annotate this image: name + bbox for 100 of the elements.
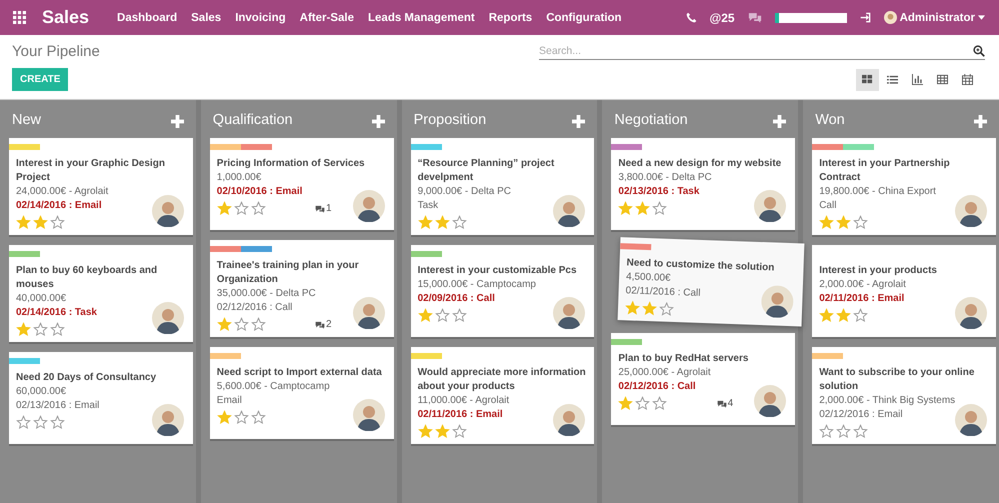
calendar-icon	[962, 74, 973, 85]
avatar-icon	[760, 285, 794, 318]
filled-star-icon[interactable]	[16, 322, 31, 337]
plus-icon[interactable]	[170, 115, 184, 128]
sign-in-icon[interactable]	[860, 12, 871, 23]
filled-star-icon[interactable]	[836, 308, 852, 323]
opportunity-card[interactable]: “Resource Planning” project develpment 9,000.00€ - Delta PC Task	[410, 138, 594, 235]
opportunity-card[interactable]: Pricing Information of Services 1,000.00€ 02/10/2016 : Email 1	[210, 138, 394, 230]
filled-star-icon[interactable]	[836, 215, 852, 230]
menu-item[interactable]: Configuration	[546, 12, 622, 24]
opportunity-card[interactable]: Plan to buy RedHat servers 25,000.00€ - Agrolait 02/12/2016 : Call 4	[611, 333, 796, 425]
menu-item[interactable]: Dashboard	[117, 12, 178, 24]
opportunity-card[interactable]: Need script to Import external data 5,600.00€ - Camptocamp Email	[210, 347, 394, 439]
menu-item[interactable]: Reports	[488, 12, 532, 24]
filled-star-icon[interactable]	[819, 215, 834, 230]
opportunity-card[interactable]: Need a new design for my website 3,800.00€ - Delta PC 02/13/2016 : Task	[611, 138, 796, 230]
card-title: Interest in your customizable Pcs	[418, 264, 578, 278]
empty-star-icon[interactable]	[50, 415, 65, 430]
empty-star-icon[interactable]	[853, 424, 868, 439]
list-icon	[887, 74, 898, 85]
bar-chart-icon	[912, 74, 923, 85]
plus-icon[interactable]	[974, 115, 987, 128]
user-menu[interactable]: Administrator	[884, 11, 985, 24]
filled-star-icon[interactable]	[434, 215, 450, 230]
amount-text: 19,800.00€ - China Export	[819, 185, 936, 199]
kanban-icon	[862, 74, 873, 85]
opportunity-card[interactable]: Interest in your customizable Pcs 15,000.00€ - Camptocamp 02/09/2016 : Call	[410, 245, 594, 337]
amount-text: 35,000.00€ - Delta PC	[216, 287, 316, 301]
plus-icon[interactable]	[372, 115, 385, 128]
filled-star-icon[interactable]	[16, 215, 31, 230]
plus-icon[interactable]	[572, 115, 586, 128]
filled-star-icon[interactable]	[819, 308, 834, 323]
filled-star-icon[interactable]	[33, 215, 48, 230]
empty-star-icon[interactable]	[652, 396, 668, 411]
activity-text: 02/11/2016 : Call	[626, 284, 702, 301]
filled-star-icon[interactable]	[418, 308, 433, 323]
amount-text: 9,000.00€ - Delta PC	[418, 185, 511, 199]
filled-star-icon[interactable]	[625, 300, 641, 316]
plus-icon[interactable]	[773, 115, 786, 128]
opportunity-card[interactable]: Interest in your Partnership Contract 19,800.00€ - China Export Call	[812, 138, 996, 235]
empty-star-icon[interactable]	[16, 415, 31, 430]
filled-star-icon[interactable]	[216, 317, 232, 332]
filled-star-icon[interactable]	[418, 424, 433, 439]
filled-star-icon[interactable]	[418, 215, 433, 230]
search-icon[interactable]	[973, 45, 985, 57]
table-icon	[937, 74, 948, 85]
opportunity-card[interactable]: Need 20 Days of Consultancy 60,000.00€ 02/13/2016 : Email	[9, 352, 193, 444]
message-count: 4	[716, 398, 734, 409]
activity-text: 02/14/2016 : Task	[16, 306, 97, 320]
activity-text: 02/13/2016 : Email	[16, 399, 100, 413]
avatar-icon	[553, 404, 586, 436]
opportunity-card[interactable]: Trainee's training plan in your Organization 35,000.00€ - Delta PC 02/12/2016 : Call 2	[210, 240, 394, 337]
filled-star-icon[interactable]	[642, 300, 658, 316]
empty-star-icon[interactable]	[33, 415, 48, 430]
menu-item[interactable]: Leads Management	[368, 12, 475, 24]
activity-text: 02/09/2016 : Call	[418, 292, 495, 306]
empty-star-icon[interactable]	[434, 308, 450, 323]
empty-star-icon[interactable]	[452, 215, 467, 230]
message-count: 1	[315, 203, 332, 214]
opportunity-card[interactable]: Would appreciate more information about your products 11,000.00€ - Agrolait 02/11/2016 : Email	[410, 347, 594, 444]
opportunity-card[interactable]: Plan to buy 60 keyboards and mouses 40,000.00€ 02/14/2016 : Task	[9, 245, 193, 342]
filled-star-icon[interactable]	[635, 201, 650, 216]
activity-text: 02/13/2016 : Task	[618, 185, 700, 199]
amount-text: 60,000.00€	[16, 385, 66, 399]
empty-star-icon[interactable]	[836, 424, 852, 439]
card-title: Plan to buy RedHat servers	[618, 352, 750, 366]
empty-star-icon[interactable]	[819, 424, 834, 439]
card-title: Interest in your Graphic Design Project	[16, 157, 166, 185]
opportunity-card[interactable]: Interest in your products 2,000.00€ - Agrolait 02/11/2016 : Email	[812, 245, 996, 337]
filled-star-icon[interactable]	[434, 424, 450, 439]
empty-star-icon[interactable]	[452, 424, 467, 439]
amount-text: 1,000.00€	[216, 171, 262, 185]
opportunity-card[interactable]: Want to subscribe to your online solution 2,000.00€ - Think Big Systems 02/12/2016 : Email	[812, 347, 996, 444]
filled-star-icon[interactable]	[216, 410, 232, 425]
avatar-icon	[352, 190, 385, 222]
avatar-icon	[884, 11, 897, 24]
filled-star-icon[interactable]	[618, 396, 634, 411]
menu-item[interactable]: Sales	[191, 12, 222, 24]
chat-icon[interactable]	[748, 12, 762, 23]
filled-star-icon[interactable]	[216, 201, 232, 216]
empty-star-icon[interactable]	[50, 322, 65, 337]
empty-star-icon[interactable]	[452, 308, 467, 323]
empty-star-icon[interactable]	[50, 215, 65, 230]
menu-item[interactable]: Invoicing	[235, 12, 286, 24]
activity-text: 02/10/2016 : Email	[216, 185, 302, 199]
amount-text: 3,800.00€ - Delta PC	[618, 171, 712, 185]
mentions-count[interactable]: @25	[710, 10, 735, 24]
empty-star-icon[interactable]	[250, 410, 266, 425]
phone-icon[interactable]	[686, 12, 697, 23]
avatar-icon	[152, 404, 184, 436]
empty-star-icon[interactable]	[250, 317, 266, 332]
empty-star-icon[interactable]	[33, 322, 48, 337]
avatar-icon	[754, 190, 786, 222]
filled-star-icon[interactable]	[618, 201, 634, 216]
dragged-card[interactable]: Need to customize the solution 4,500.00€ 02/11/2016 : Call	[618, 237, 805, 326]
opportunity-card[interactable]: Interest in your Graphic Design Project 24,000.00€ - Agrolait 02/14/2016 : Email	[9, 138, 193, 235]
apps-grid-icon[interactable]	[13, 11, 26, 24]
view-switch-button[interactable]	[856, 68, 879, 90]
empty-star-icon[interactable]	[250, 201, 266, 216]
menu-item[interactable]: After-Sale	[300, 12, 354, 24]
